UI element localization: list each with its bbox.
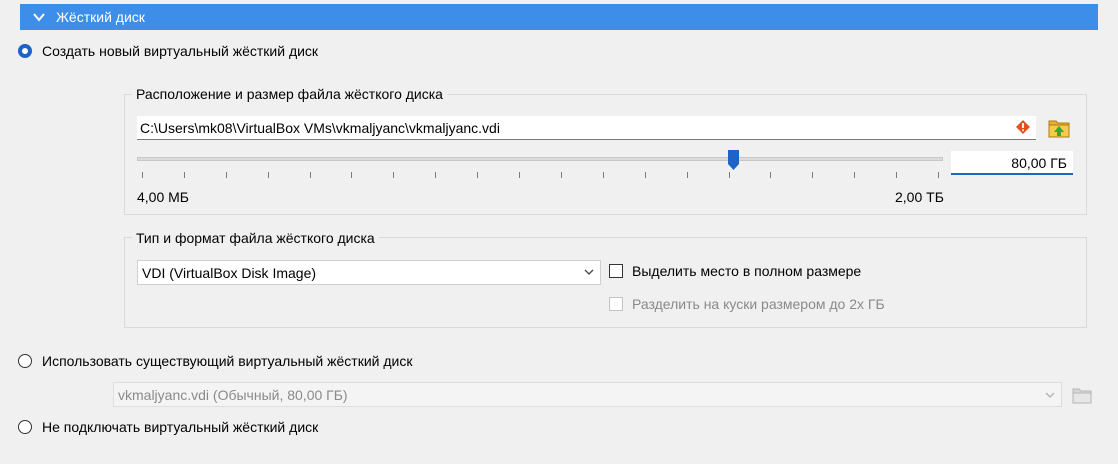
slider-tick xyxy=(435,172,437,178)
radio-use-existing-indicator[interactable] xyxy=(18,354,32,368)
slider-tick xyxy=(393,172,395,178)
preallocate-label: Выделить место в полном размере xyxy=(632,263,862,279)
slider-tick xyxy=(142,172,143,178)
slider-tick xyxy=(938,172,939,178)
split-checkbox xyxy=(609,297,623,311)
slider-tick xyxy=(812,172,814,178)
folder-icon[interactable] xyxy=(1047,117,1071,139)
preallocate-checkbox-row[interactable]: Выделить место в полном размере xyxy=(609,261,861,281)
existing-disk-value: vkmaljyanc.vdi (Обычный, 80,00 ГБ) xyxy=(118,386,348,403)
split-checkbox-row: Разделить на куски размером до 2х ГБ xyxy=(609,294,885,314)
radio-no-disk-indicator[interactable] xyxy=(18,420,32,434)
slider-max-label: 2,00 ТБ xyxy=(895,189,944,205)
disk-format-select[interactable]: VDI (VirtualBox Disk Image) xyxy=(137,260,601,285)
radio-use-existing[interactable]: Использовать существующий виртуальный жё… xyxy=(18,351,412,371)
slider-tick xyxy=(854,172,856,178)
disk-path-input[interactable]: C:\Users\mk08\VirtualBox VMs\vkmaljyanc\… xyxy=(137,116,1036,140)
slider-tick xyxy=(309,172,311,178)
disk-path-value: C:\Users\mk08\VirtualBox VMs\vkmaljyanc\… xyxy=(140,119,500,136)
disk-size-slider-track[interactable] xyxy=(137,157,943,161)
radio-create-new-indicator[interactable] xyxy=(18,44,32,58)
format-group-title: Тип и формат файла жёсткого диска xyxy=(132,230,379,246)
slider-tick xyxy=(183,172,185,178)
radio-no-disk-label: Не подключать виртуальный жёсткий диск xyxy=(42,419,319,435)
chevron-down-icon xyxy=(584,269,594,275)
slider-tick xyxy=(267,172,269,178)
slider-tick xyxy=(560,172,562,178)
slider-tick xyxy=(644,172,646,178)
preallocate-checkbox[interactable] xyxy=(609,264,623,278)
slider-tick xyxy=(225,172,227,178)
section-header[interactable]: Жёсткий диск xyxy=(20,4,1098,30)
slider-tick xyxy=(770,172,772,178)
disk-format-value: VDI (VirtualBox Disk Image) xyxy=(142,264,317,281)
slider-tick xyxy=(602,172,604,178)
existing-disk-select: vkmaljyanc.vdi (Обычный, 80,00 ГБ) xyxy=(113,382,1062,407)
slider-min-label: 4,00 МБ xyxy=(137,189,189,205)
split-label: Разделить на куски размером до 2х ГБ xyxy=(632,296,885,312)
warning-icon xyxy=(1016,120,1030,134)
radio-create-new[interactable]: Создать новый виртуальный жёсткий диск xyxy=(18,41,318,61)
folder-icon xyxy=(1072,388,1092,404)
slider-tick xyxy=(728,172,730,178)
location-size-group-title: Расположение и размер файла жёсткого дис… xyxy=(132,86,447,102)
chevron-down-icon xyxy=(33,13,45,22)
radio-no-disk[interactable]: Не подключать виртуальный жёсткий диск xyxy=(18,417,318,437)
slider-tick xyxy=(519,172,521,178)
section-title: Жёсткий диск xyxy=(56,9,145,25)
disk-size-slider-handle[interactable] xyxy=(727,150,739,170)
chevron-down-icon xyxy=(1045,392,1055,398)
disk-size-input[interactable]: 80,00 ГБ xyxy=(951,151,1073,175)
slider-tick xyxy=(351,172,353,178)
radio-use-existing-label: Использовать существующий виртуальный жё… xyxy=(42,353,413,369)
slider-tick xyxy=(896,172,898,178)
slider-tick xyxy=(686,172,688,178)
radio-create-new-label: Создать новый виртуальный жёсткий диск xyxy=(42,43,319,59)
slider-tick xyxy=(477,172,479,178)
